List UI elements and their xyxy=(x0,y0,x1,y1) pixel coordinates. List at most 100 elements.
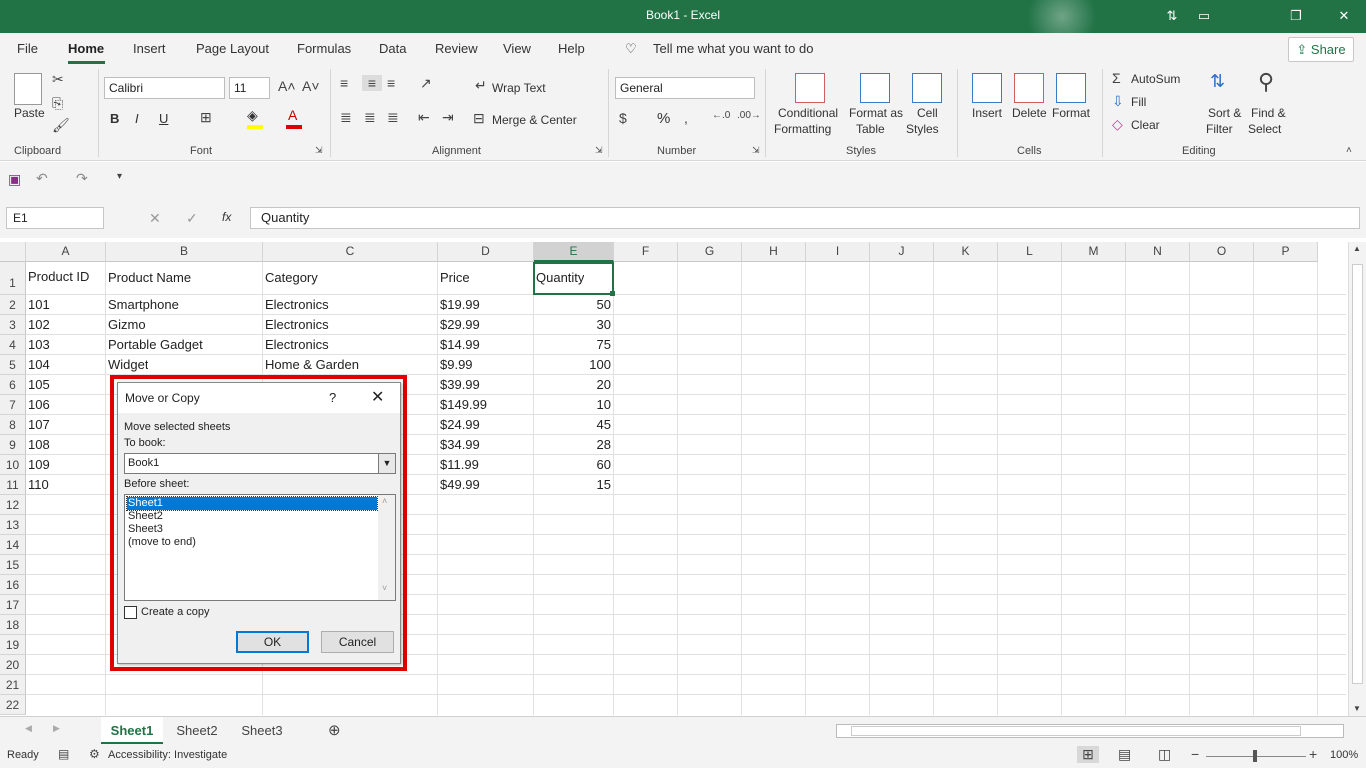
cell-styles-button[interactable]: Cell xyxy=(917,106,938,120)
number-launcher-icon[interactable]: ⇲ xyxy=(752,145,760,156)
format-cells-button[interactable]: Format xyxy=(1052,106,1090,120)
table-cell[interactable]: $9.99 xyxy=(440,357,473,372)
horizontal-scroll-thumb[interactable] xyxy=(851,726,1301,736)
row-header[interactable]: 3 xyxy=(0,315,26,335)
tab-help[interactable]: Help xyxy=(558,41,585,56)
before-sheet-item-sheet3[interactable]: Sheet3 xyxy=(127,523,377,536)
align-right-icon[interactable]: ≣ xyxy=(387,109,399,126)
column-header-g[interactable]: G xyxy=(678,242,742,262)
table-cell[interactable]: 105 xyxy=(28,377,50,392)
zoom-in-icon[interactable]: + xyxy=(1309,746,1317,762)
bold-button[interactable]: B xyxy=(110,111,119,126)
row-header[interactable]: 16 xyxy=(0,575,26,595)
table-cell[interactable]: $39.99 xyxy=(440,377,480,392)
row-header[interactable]: 1 xyxy=(0,262,26,295)
table-cell[interactable]: 103 xyxy=(28,337,50,352)
italic-button[interactable]: I xyxy=(135,111,139,126)
conditional-formatting-icon[interactable] xyxy=(795,73,825,103)
next-sheet-icon[interactable]: ▶ xyxy=(53,723,60,734)
page-break-view-icon[interactable]: ◫ xyxy=(1158,746,1171,763)
save-icon[interactable]: ▣ xyxy=(8,171,21,188)
format-cells-icon[interactable] xyxy=(1056,73,1086,103)
paste-button[interactable]: Paste xyxy=(14,106,45,120)
list-scrollbar[interactable]: ˄ ˅ xyxy=(378,495,395,600)
row-header[interactable]: 11 xyxy=(0,475,26,495)
clear-button[interactable]: Clear xyxy=(1131,118,1160,132)
table-cell[interactable]: 107 xyxy=(28,417,50,432)
find-select-button[interactable]: Find & xyxy=(1251,106,1286,120)
zoom-level[interactable]: 100% xyxy=(1330,749,1358,761)
tab-view[interactable]: View xyxy=(503,41,531,56)
clear-icon[interactable]: ◇ xyxy=(1112,116,1123,133)
collapse-ribbon-icon[interactable]: ˄ xyxy=(1346,145,1352,156)
insert-function-button[interactable]: fx xyxy=(222,210,231,224)
scroll-up-icon[interactable]: ▲ xyxy=(1353,244,1361,253)
insert-cells-icon[interactable] xyxy=(972,73,1002,103)
delete-cells-icon[interactable] xyxy=(1014,73,1044,103)
tab-page-layout[interactable]: Page Layout xyxy=(196,41,269,56)
delete-cells-button[interactable]: Delete xyxy=(1012,106,1047,120)
accessibility-icon[interactable]: ⚙ xyxy=(89,747,100,761)
row-header[interactable]: 18 xyxy=(0,615,26,635)
table-cell[interactable]: 50 xyxy=(536,297,611,312)
wrap-text-button[interactable]: Wrap Text xyxy=(492,81,546,95)
tab-data[interactable]: Data xyxy=(379,41,406,56)
before-sheet-item-sheet2[interactable]: Sheet2 xyxy=(127,510,377,523)
column-header-a[interactable]: A xyxy=(26,242,106,262)
table-cell[interactable]: Electronics xyxy=(265,317,329,332)
ok-button[interactable]: OK xyxy=(236,631,309,653)
cancel-entry-icon[interactable]: ✕ xyxy=(149,210,161,227)
row-header[interactable]: 12 xyxy=(0,495,26,515)
number-format-select[interactable]: General xyxy=(615,77,755,99)
sheet-tab-sheet2[interactable]: Sheet2 xyxy=(166,717,228,744)
row-header[interactable]: 5 xyxy=(0,355,26,375)
align-left-icon[interactable]: ≣ xyxy=(340,109,352,126)
table-cell[interactable]: 60 xyxy=(536,457,611,472)
scroll-down-icon[interactable]: ▼ xyxy=(1353,704,1361,713)
insert-cells-button[interactable]: Insert xyxy=(972,106,1002,120)
header-cell-selected[interactable]: Quantity xyxy=(536,270,584,285)
table-cell[interactable]: Electronics xyxy=(265,297,329,312)
tab-review[interactable]: Review xyxy=(435,41,478,56)
table-cell[interactable]: $149.99 xyxy=(440,397,487,412)
format-as-table-button[interactable]: Format as xyxy=(849,106,903,120)
customize-qat-icon[interactable]: ▾ xyxy=(117,171,122,182)
table-cell[interactable]: 45 xyxy=(536,417,611,432)
column-header-b[interactable]: B xyxy=(106,242,263,262)
to-book-select[interactable]: Book1 ▼ xyxy=(124,453,396,474)
horizontal-scrollbar[interactable] xyxy=(836,724,1344,738)
table-cell[interactable]: Smartphone xyxy=(108,297,179,312)
currency-icon[interactable]: $ xyxy=(619,110,627,126)
align-center-icon[interactable]: ≣ xyxy=(364,109,376,126)
tab-insert[interactable]: Insert xyxy=(133,41,166,56)
row-header[interactable]: 2 xyxy=(0,295,26,315)
column-header-o[interactable]: O xyxy=(1190,242,1254,262)
prev-sheet-icon[interactable]: ◀ xyxy=(25,723,32,734)
font-size-select[interactable]: 11 xyxy=(229,77,270,99)
sort-filter-button[interactable]: Sort & xyxy=(1208,106,1241,120)
increase-font-icon[interactable]: A˄ xyxy=(278,78,296,94)
format-as-table-icon[interactable] xyxy=(860,73,890,103)
sheet-tab-sheet1[interactable]: Sheet1 xyxy=(101,717,163,744)
copy-icon[interactable]: ⎘ xyxy=(52,95,63,112)
cell-styles-icon[interactable] xyxy=(912,73,942,103)
row-header[interactable]: 13 xyxy=(0,515,26,535)
tab-file[interactable]: File xyxy=(17,41,38,56)
autosum-button[interactable]: AutoSum xyxy=(1131,72,1180,86)
row-header[interactable]: 8 xyxy=(0,415,26,435)
row-header[interactable]: 21 xyxy=(0,675,26,695)
table-cell[interactable]: $24.99 xyxy=(440,417,480,432)
table-cell[interactable]: 101 xyxy=(28,297,50,312)
add-sheet-icon[interactable]: ⊕ xyxy=(328,721,341,739)
dialog-close-icon[interactable]: ✕ xyxy=(371,387,384,407)
font-name-select[interactable]: Calibri xyxy=(104,77,225,99)
table-cell[interactable]: 10 xyxy=(536,397,611,412)
column-header-c[interactable]: C xyxy=(263,242,438,262)
column-header-d[interactable]: D xyxy=(438,242,534,262)
zoom-slider-thumb[interactable] xyxy=(1253,750,1257,762)
align-bottom-icon[interactable]: ≡ xyxy=(387,75,395,91)
macro-record-icon[interactable]: ▤ xyxy=(58,747,69,761)
column-header-l[interactable]: L xyxy=(998,242,1062,262)
before-sheet-item-move-to-end[interactable]: (move to end) xyxy=(127,536,377,549)
scroll-thumb[interactable] xyxy=(1352,264,1363,684)
